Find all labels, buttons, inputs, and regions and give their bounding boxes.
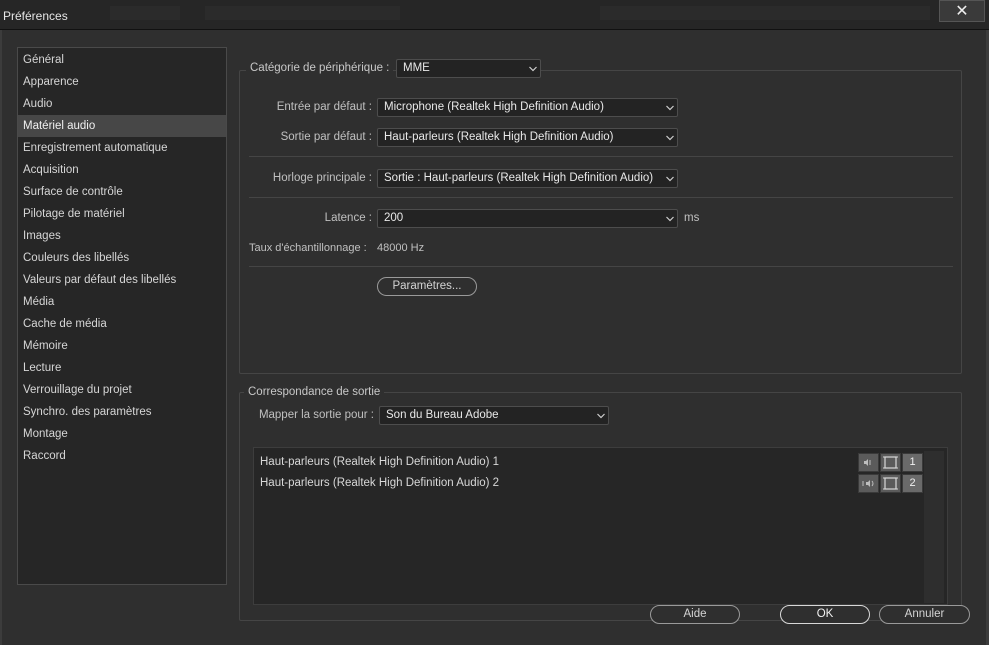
chevron-down-icon — [666, 176, 674, 183]
category-list: Général Apparence Audio Matériel audio E… — [17, 47, 227, 585]
default-output-select[interactable]: Haut-parleurs (Realtek High Definition A… — [377, 128, 678, 147]
sidebar-item-editing[interactable]: Montage — [18, 423, 226, 445]
background-tab-ghost — [205, 6, 400, 20]
sidebar-item-media-cache[interactable]: Cache de média — [18, 313, 226, 335]
chevron-down-icon — [666, 216, 674, 223]
sidebar-item-auto-save[interactable]: Enregistrement automatique — [18, 137, 226, 159]
sidebar-item-general[interactable]: Général — [18, 49, 226, 71]
default-output-label: Sortie par défaut : — [280, 131, 372, 143]
map-output-select[interactable]: Son du Bureau Adobe — [379, 406, 609, 425]
sidebar-item-sync-settings[interactable]: Synchro. des paramètres — [18, 401, 226, 423]
device-category-select[interactable]: MME — [396, 59, 541, 78]
chevron-down-icon — [529, 66, 537, 73]
sidebar-item-images[interactable]: Images — [18, 225, 226, 247]
close-button[interactable]: ✕ — [939, 0, 985, 22]
settings-button[interactable]: Paramètres... — [377, 277, 477, 296]
output-channel-list: Haut-parleurs (Realtek High Definition A… — [253, 447, 948, 605]
master-clock-label: Horloge principale : — [272, 172, 372, 184]
channel-number: 2 — [902, 474, 923, 493]
default-input-label: Entrée par défaut : — [276, 101, 372, 113]
default-input-value: Microphone (Realtek High Definition Audi… — [384, 101, 604, 113]
sidebar-item-audio[interactable]: Audio — [18, 93, 226, 115]
list-item[interactable]: Haut-parleurs (Realtek High Definition A… — [260, 477, 499, 489]
sidebar-item-capture[interactable]: Acquisition — [18, 159, 226, 181]
speaker-left-icon[interactable] — [858, 453, 879, 472]
sidebar-item-control-surface[interactable]: Surface de contrôle — [18, 181, 226, 203]
latency-unit: ms — [684, 212, 700, 224]
title-bar: Préférences ✕ — [0, 0, 989, 30]
sidebar-item-label-colors[interactable]: Couleurs des libellés — [18, 247, 226, 269]
sidebar-item-trim[interactable]: Raccord — [18, 445, 226, 467]
device-category-label: Catégorie de périphérique : — [246, 62, 394, 74]
speaker-right-icon[interactable] — [858, 474, 879, 493]
latency-value: 200 — [384, 212, 404, 224]
close-icon: ✕ — [955, 1, 969, 20]
chevron-down-icon — [666, 105, 674, 112]
scrollbar[interactable] — [924, 451, 944, 603]
window-title: Préférences — [3, 9, 68, 23]
monitor-frame-icon[interactable] — [880, 453, 901, 472]
default-output-value: Haut-parleurs (Realtek High Definition A… — [384, 131, 614, 143]
latency-select[interactable]: 200 — [377, 209, 678, 228]
chevron-down-icon — [666, 135, 674, 142]
cancel-button[interactable]: Annuler — [879, 605, 970, 624]
chevron-down-icon — [597, 413, 605, 420]
background-timeline-ghost — [600, 6, 930, 20]
list-item[interactable]: Haut-parleurs (Realtek High Definition A… — [260, 456, 499, 468]
sidebar-item-project-locking[interactable]: Verrouillage du projet — [18, 379, 226, 401]
device-category-value: MME — [403, 62, 430, 74]
background-tab-ghost — [110, 6, 180, 20]
sidebar-item-media[interactable]: Média — [18, 291, 226, 313]
sample-rate-value: 48000 Hz — [377, 242, 425, 254]
master-clock-value: Sortie : Haut-parleurs (Realtek High Def… — [384, 172, 654, 184]
output-mapping-title: Correspondance de sortie — [244, 386, 385, 398]
divider — [249, 197, 953, 198]
master-clock-select[interactable]: Sortie : Haut-parleurs (Realtek High Def… — [377, 169, 678, 188]
divider — [249, 156, 953, 157]
default-input-select[interactable]: Microphone (Realtek High Definition Audi… — [377, 98, 678, 117]
sidebar-item-device-control[interactable]: Pilotage de matériel — [18, 203, 226, 225]
ok-button[interactable]: OK — [780, 605, 870, 624]
sidebar-item-label-defaults[interactable]: Valeurs par défaut des libellés — [18, 269, 226, 291]
sample-rate-label: Taux d'échantillonnage : — [249, 242, 367, 254]
latency-label: Latence : — [324, 212, 372, 224]
map-output-value: Son du Bureau Adobe — [386, 409, 499, 421]
divider — [249, 266, 953, 267]
sidebar-item-appearance[interactable]: Apparence — [18, 71, 226, 93]
channel-number: 1 — [902, 453, 923, 472]
map-output-label: Mapper la sortie pour : — [258, 409, 374, 421]
sidebar-item-playback[interactable]: Lecture — [18, 357, 226, 379]
sidebar-item-memory[interactable]: Mémoire — [18, 335, 226, 357]
monitor-frame-icon[interactable] — [880, 474, 901, 493]
sidebar-item-audio-hardware[interactable]: Matériel audio — [18, 115, 226, 137]
help-button[interactable]: Aide — [650, 605, 740, 624]
